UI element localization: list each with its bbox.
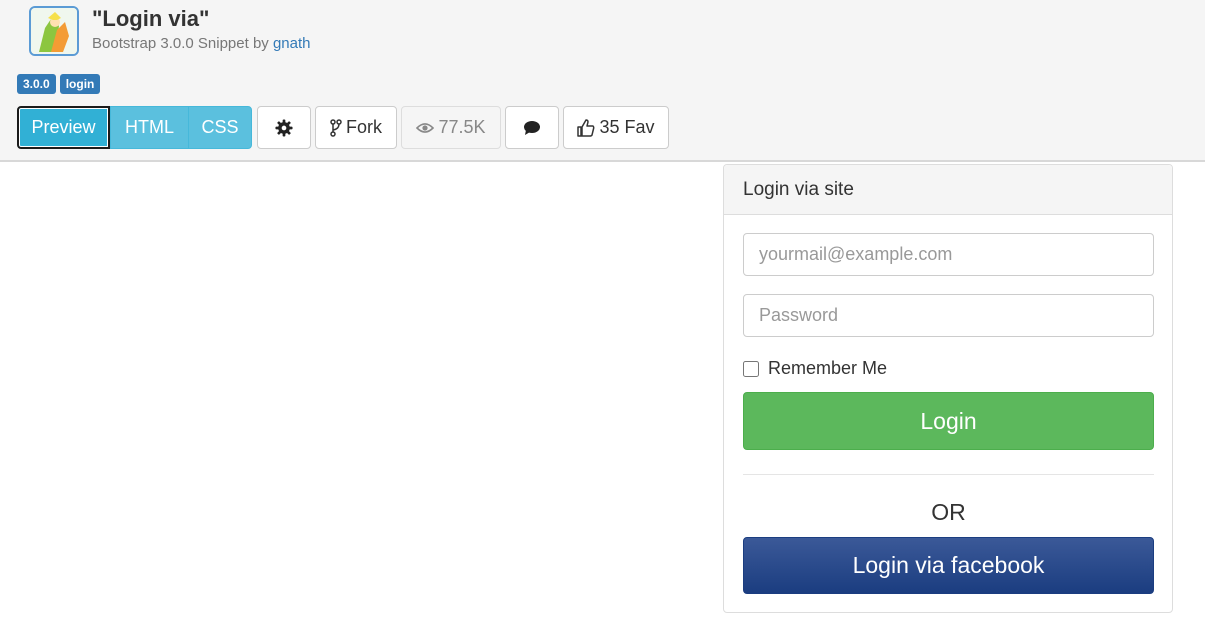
snippet-title: "Login via" (92, 6, 210, 31)
email-field[interactable] (743, 233, 1154, 276)
snippet-subtitle: Bootstrap 3.0.0 Snippet by gnath (92, 35, 311, 52)
remember-me-label: Remember Me (768, 358, 888, 378)
login-panel: Login via site Remember Me Login OR Logi… (723, 164, 1173, 613)
tag-login[interactable]: login (59, 74, 101, 94)
snippet-header: "Login via" Bootstrap 3.0.0 Snippet by g… (0, 0, 1205, 162)
tag-version[interactable]: 3.0.0 (17, 74, 56, 94)
fork-icon (330, 118, 342, 137)
eye-icon (416, 122, 435, 133)
remember-me-row[interactable]: Remember Me (743, 358, 887, 379)
comment-icon (524, 120, 540, 135)
subtitle-text: Bootstrap 3.0.0 Snippet by (92, 35, 273, 52)
password-field[interactable] (743, 294, 1154, 337)
views-counter: 77.5K (401, 106, 501, 149)
fork-button[interactable]: Fork (315, 106, 397, 149)
or-separator: OR (931, 499, 966, 525)
fav-label: 35 Fav (599, 117, 655, 137)
favorite-button[interactable]: 35 Fav (563, 106, 669, 149)
gear-icon (275, 118, 293, 137)
divider (743, 474, 1154, 475)
remember-me-checkbox[interactable] (743, 360, 759, 377)
comments-button[interactable] (505, 106, 559, 149)
panel-heading: Login via site (724, 165, 1172, 215)
html-tab[interactable]: HTML (110, 106, 189, 149)
author-avatar[interactable] (29, 6, 79, 56)
preview-tab[interactable]: Preview (17, 106, 110, 149)
thumbs-up-icon (577, 118, 595, 137)
avatar-illustration (31, 8, 77, 54)
tag-list: 3.0.0 login (17, 74, 101, 94)
fork-label: Fork (346, 117, 382, 137)
facebook-login-button[interactable]: Login via facebook (743, 537, 1154, 594)
views-count: 77.5K (438, 117, 486, 137)
login-button[interactable]: Login (743, 392, 1154, 450)
settings-button[interactable] (257, 106, 311, 149)
css-tab[interactable]: CSS (188, 106, 252, 149)
author-link[interactable]: gnath (273, 35, 311, 52)
